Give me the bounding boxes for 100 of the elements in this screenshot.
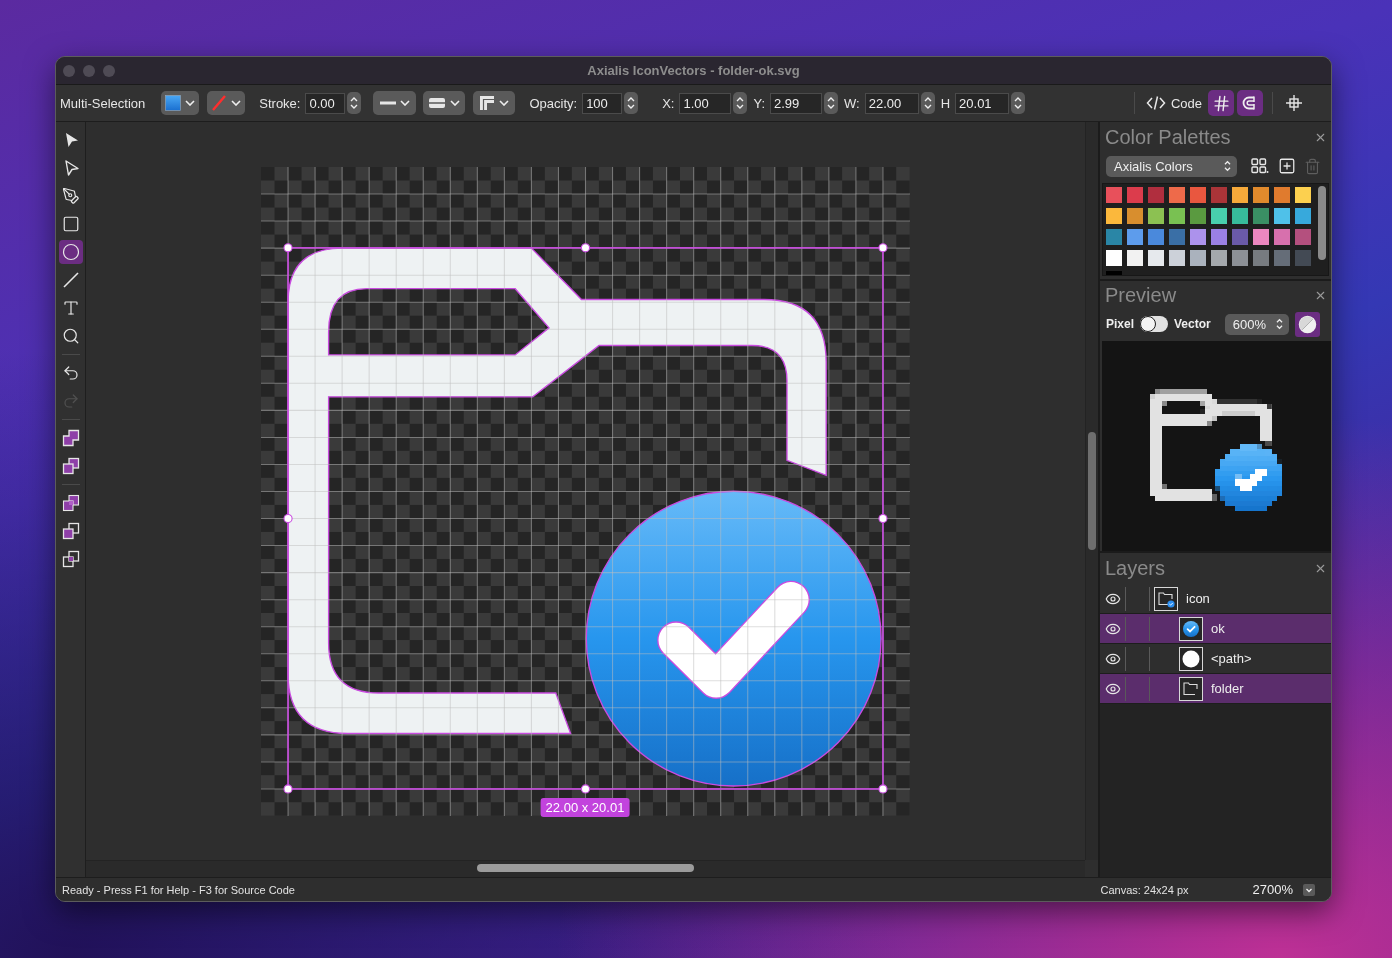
horizontal-scrollbar[interactable] (86, 860, 1085, 877)
line-cap-dropdown[interactable] (423, 91, 466, 115)
color-swatch-icon[interactable] (1274, 208, 1290, 224)
zoom-select[interactable]: 600% (1224, 313, 1289, 335)
resize-handle[interactable] (283, 242, 293, 252)
scrollbar-thumb[interactable] (1088, 432, 1096, 550)
layer-row[interactable]: ok (1100, 614, 1331, 644)
grid-toggle[interactable] (1208, 90, 1234, 116)
crosshair-icon (1285, 94, 1303, 112)
field-label: W: (844, 95, 860, 111)
resize-handle[interactable] (283, 513, 293, 523)
stepper-button[interactable] (624, 92, 639, 114)
color-swatch-icon[interactable] (1211, 250, 1227, 266)
field-label: X: (662, 95, 675, 111)
color-swatch-icon[interactable] (1232, 250, 1248, 266)
color-swatch-icon[interactable] (1127, 208, 1143, 224)
folder-check-icon (1154, 586, 1178, 611)
color-swatch-icon[interactable] (1148, 229, 1164, 245)
line-style-dropdown[interactable] (373, 91, 417, 115)
layer-name: ok (1211, 621, 1225, 636)
layer-row[interactable]: <path> (1100, 644, 1331, 674)
color-swatch-icon[interactable] (1106, 250, 1122, 266)
color-swatch-icon[interactable] (1232, 208, 1248, 224)
stroke-dropdown[interactable] (207, 91, 246, 115)
color-swatch-icon[interactable] (1148, 187, 1164, 203)
grid-view-button[interactable] (1250, 156, 1270, 176)
stepper-button[interactable] (920, 92, 935, 114)
coordinate-field[interactable]: 1.00 (679, 92, 732, 114)
overlapping-squares-icon (61, 457, 80, 475)
color-swatch-icon[interactable] (1190, 208, 1206, 224)
color-swatch-icon[interactable] (1106, 229, 1122, 245)
coordinate-field[interactable]: 2.99 (770, 92, 822, 114)
coordinate-field[interactable]: 22.00 (864, 92, 919, 114)
color-swatch-icon[interactable] (1232, 187, 1248, 203)
chevron-down-icon (1303, 883, 1315, 896)
window-zoom-button[interactable] (103, 64, 115, 77)
code-button[interactable]: Code (1142, 90, 1205, 116)
color-swatch-icon[interactable] (1169, 187, 1185, 203)
window-minimize-button[interactable] (83, 64, 95, 77)
color-swatch-icon[interactable] (1169, 208, 1185, 224)
resize-handle[interactable] (283, 783, 293, 794)
color-swatch-icon[interactable] (1106, 187, 1122, 203)
add-palette-button[interactable] (1277, 156, 1297, 176)
color-swatch-icon[interactable] (1169, 250, 1185, 266)
color-swatch-icon[interactable] (1253, 208, 1269, 224)
zoom-select[interactable]: 2700% (1252, 882, 1315, 897)
vertical-scrollbar[interactable] (1085, 122, 1098, 860)
layer-row[interactable]: icon (1100, 584, 1331, 614)
resize-handle[interactable] (580, 783, 591, 794)
window-close-button[interactable] (63, 64, 75, 77)
color-swatch-icon[interactable] (1190, 250, 1206, 266)
color-swatch-icon[interactable] (1274, 250, 1290, 266)
color-swatch-icon[interactable] (1211, 229, 1227, 245)
color-swatch-icon[interactable] (1274, 187, 1290, 203)
color-swatch-icon[interactable] (1127, 250, 1143, 266)
stepper-button[interactable] (824, 92, 838, 114)
stepper-button[interactable] (347, 92, 362, 114)
stroke-field[interactable]: 0.00 (305, 92, 346, 114)
layer-row[interactable]: folder (1100, 674, 1331, 704)
panel-title: Layers (1105, 557, 1166, 580)
color-swatch-icon[interactable] (1190, 229, 1206, 245)
contrast-toggle[interactable] (1294, 311, 1320, 337)
resize-handle[interactable] (878, 783, 888, 794)
resize-handle[interactable] (580, 242, 591, 252)
color-swatch-icon[interactable] (1253, 250, 1269, 266)
line-join-dropdown[interactable] (473, 91, 516, 115)
snap-toggle[interactable] (1237, 90, 1263, 116)
color-swatch-icon[interactable] (1127, 229, 1143, 245)
palette-select[interactable]: Axialis Colors (1106, 155, 1237, 177)
color-swatch-icon[interactable] (1295, 229, 1311, 245)
stepper-button[interactable] (1011, 92, 1026, 114)
color-swatch-icon[interactable] (1232, 229, 1248, 245)
resize-handle[interactable] (878, 513, 888, 523)
color-swatch-icon[interactable] (1148, 250, 1164, 266)
color-swatch-icon[interactable] (1106, 208, 1122, 224)
color-swatch-icon[interactable] (1148, 208, 1164, 224)
color-swatch-icon[interactable] (1253, 229, 1269, 245)
chevron-down-icon (231, 100, 242, 106)
color-swatch-icon[interactable] (1169, 229, 1185, 245)
fill-dropdown[interactable] (161, 91, 200, 115)
color-swatch-icon[interactable] (1295, 208, 1311, 224)
color-swatch-icon[interactable] (1295, 250, 1311, 266)
layer-name: icon (1186, 591, 1210, 606)
scrollbar-thumb[interactable] (1318, 186, 1326, 260)
color-swatch-icon[interactable] (1274, 229, 1290, 245)
resize-handle[interactable] (878, 242, 888, 252)
stepper-button[interactable] (733, 92, 748, 114)
up-down-arrows-icon (1224, 160, 1231, 172)
opacity-field[interactable]: 100 (582, 92, 623, 114)
pixel-vector-switch[interactable] (1140, 316, 1169, 332)
scrollbar-thumb[interactable] (477, 864, 694, 872)
color-swatch-icon[interactable] (1295, 187, 1311, 203)
color-swatch-icon[interactable] (1211, 208, 1227, 224)
color-swatch-icon[interactable] (1127, 187, 1143, 203)
color-swatch-icon[interactable] (1190, 187, 1206, 203)
coordinate-field[interactable]: 20.01 (955, 92, 1010, 114)
tool-button[interactable] (58, 240, 83, 264)
color-swatch-icon[interactable] (1253, 187, 1269, 203)
canvas-size-label: Canvas: 24x24 px (1100, 883, 1189, 896)
color-swatch-icon[interactable] (1211, 187, 1227, 203)
